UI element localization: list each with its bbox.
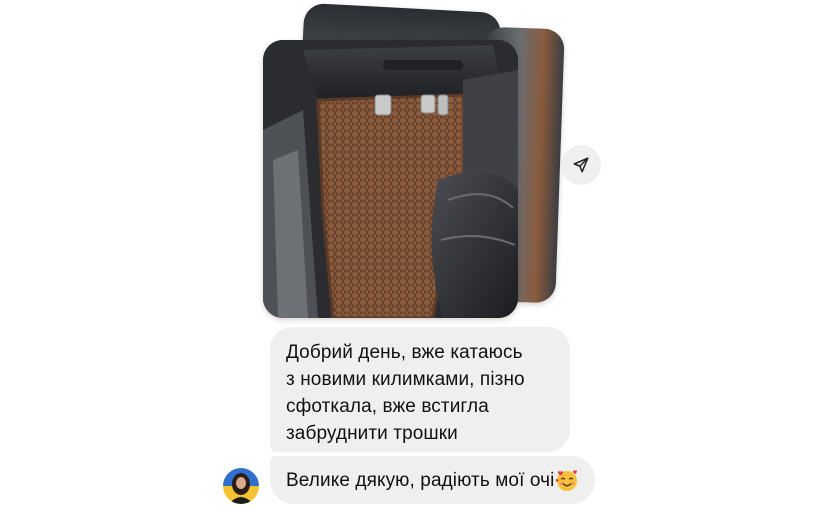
car-floor-mat-photo-image xyxy=(263,40,518,318)
send-arrow-icon xyxy=(573,157,589,173)
sender-avatar[interactable] xyxy=(223,468,259,504)
message-line: сфоткала, вже встигла xyxy=(286,396,489,417)
message-line: з новими килимками, пізно xyxy=(286,369,525,390)
message-line: забруднити трошки xyxy=(286,423,458,444)
share-button[interactable] xyxy=(561,145,601,185)
message-text: Велике дякую, радіють мої очі xyxy=(286,469,555,491)
message-line: Добрий день, вже катаюсь xyxy=(286,342,523,363)
user-avatar-icon xyxy=(223,468,259,504)
message-bubble[interactable]: Добрий день, вже катаюсь з новими килимк… xyxy=(270,327,570,452)
smiling-face-with-hearts-icon xyxy=(555,470,578,491)
car-mat-photo[interactable] xyxy=(263,40,518,318)
message-bubble[interactable]: Велике дякую, радіють мої очі xyxy=(270,456,596,504)
